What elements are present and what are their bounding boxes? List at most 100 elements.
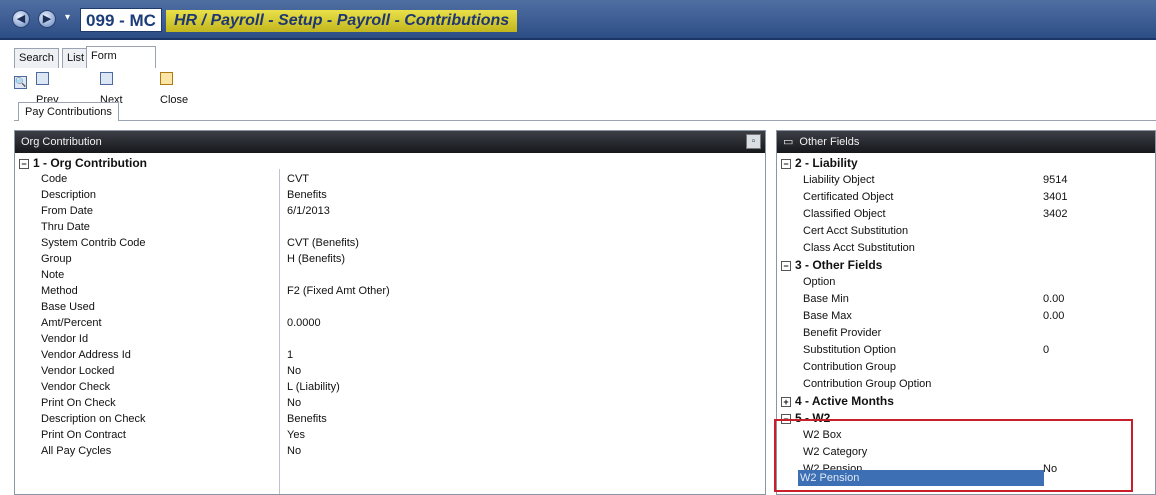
field-label: Print On Check <box>41 397 116 409</box>
org-contribution-panel: Org Contribution ▫ −1 - Org Contribution… <box>14 130 766 495</box>
field-value: No <box>287 397 302 409</box>
group-header[interactable]: +4 - Active Months <box>777 393 894 409</box>
field-label: Cert Acct Substitution <box>803 225 909 237</box>
field-value: 0.00 <box>1043 293 1065 305</box>
next-button[interactable]: Next <box>100 70 123 106</box>
field-label: Benefit Provider <box>803 327 882 339</box>
group-toggle-icon[interactable]: − <box>781 261 791 271</box>
field-row[interactable]: Cert Acct Substitution <box>777 223 1155 239</box>
field-row[interactable]: Amt/Percent 0.0000 <box>15 315 765 331</box>
next-icon <box>100 72 113 85</box>
field-value: 0.0000 <box>287 317 321 329</box>
group-label: 4 - Active Months <box>795 394 894 408</box>
field-label: Description <box>41 189 97 201</box>
group-toggle-icon[interactable]: − <box>781 159 791 169</box>
field-label: Print On Contract <box>41 429 126 441</box>
group-label: 1 - Org Contribution <box>33 156 147 170</box>
field-value: 6/1/2013 <box>287 205 330 217</box>
group-toggle-icon[interactable]: + <box>781 397 791 407</box>
field-label: Amt/Percent <box>41 317 102 329</box>
other-fields-title: Other Fields <box>799 136 860 148</box>
field-row[interactable]: Benefit Provider <box>777 325 1155 341</box>
field-label: Note <box>41 269 65 281</box>
collapse-group-icon[interactable]: − <box>19 159 29 169</box>
field-label: Base Min <box>803 293 849 305</box>
field-row[interactable]: Note <box>15 267 765 283</box>
close-label: Close <box>160 94 189 106</box>
field-label: Class Acct Substitution <box>803 242 915 254</box>
prev-button[interactable]: Prev <box>36 70 59 106</box>
field-row[interactable]: Method F2 (Fixed Amt Other) <box>15 283 765 299</box>
field-row[interactable]: Liability Object 9514 <box>777 172 1155 188</box>
tab-pay-contributions[interactable]: Pay Contributions <box>18 102 119 121</box>
field-label: Vendor Locked <box>41 365 115 377</box>
field-value: 9514 <box>1043 174 1068 186</box>
tab-search[interactable]: Search <box>14 48 59 68</box>
field-row[interactable]: Print On Check No <box>15 395 765 411</box>
group-header[interactable]: −2 - Liability <box>777 155 858 171</box>
org-contribution-title: Org Contribution <box>21 136 102 148</box>
field-label: Group <box>41 253 72 265</box>
field-row[interactable]: Substitution Option 0 <box>777 342 1155 358</box>
breadcrumb: HR / Payroll - Setup - Payroll - Contrib… <box>166 10 518 32</box>
panel-title: ▭ Other Fields <box>777 131 1155 153</box>
find-icon: 🔍 <box>14 76 27 89</box>
field-value: F2 (Fixed Amt Other) <box>287 285 390 297</box>
field-row[interactable]: All Pay Cycles No <box>15 443 765 459</box>
field-row[interactable]: Vendor Check L (Liability) <box>15 379 765 395</box>
group-header[interactable]: −3 - Other Fields <box>777 257 882 273</box>
field-row[interactable]: Description on Check Benefits <box>15 411 765 427</box>
tab-form[interactable]: Form <box>86 46 156 68</box>
field-row[interactable]: Vendor Id <box>15 331 765 347</box>
field-label: System Contrib Code <box>41 237 146 249</box>
field-row[interactable]: Code CVT <box>15 171 765 187</box>
field-row[interactable]: Certificated Object 3401 <box>777 189 1155 205</box>
field-row[interactable]: Option <box>777 274 1155 290</box>
field-row[interactable]: Classified Object 3402 <box>777 206 1155 222</box>
field-row[interactable]: System Contrib Code CVT (Benefits) <box>15 235 765 251</box>
back-icon[interactable]: ◀ <box>12 10 30 28</box>
field-row[interactable]: Thru Date <box>15 219 765 235</box>
field-value: No <box>287 365 302 377</box>
field-label: Classified Object <box>803 208 886 220</box>
field-row[interactable]: Contribution Group <box>777 359 1155 375</box>
panel-icon: ▭ <box>783 136 794 148</box>
field-label: Vendor Id <box>41 333 89 345</box>
field-row[interactable]: Class Acct Substitution <box>777 240 1155 256</box>
field-row[interactable]: Base Max 0.00 <box>777 308 1155 324</box>
history-dropdown-icon[interactable]: ▾ <box>65 12 77 26</box>
field-label: Code <box>41 173 68 185</box>
field-label: Vendor Check <box>41 381 111 393</box>
field-row[interactable]: Group H (Benefits) <box>15 251 765 267</box>
field-label: Vendor Address Id <box>41 349 131 361</box>
group-org-contribution[interactable]: −1 - Org Contribution <box>15 155 147 171</box>
field-row[interactable]: Print On Contract Yes <box>15 427 765 443</box>
field-label: Base Max <box>803 310 852 322</box>
field-value: 0.00 <box>1043 310 1065 322</box>
field-row[interactable]: From Date 6/1/2013 <box>15 203 765 219</box>
field-value: No <box>287 445 302 457</box>
module-code: 099 - MC <box>80 8 162 32</box>
group-label: 3 - Other Fields <box>795 258 883 272</box>
field-label: Substitution Option <box>803 344 896 356</box>
field-row[interactable]: Base Min 0.00 <box>777 291 1155 307</box>
field-row[interactable]: Contribution Group Option <box>777 376 1155 392</box>
subtab-rule <box>14 120 1156 121</box>
close-button[interactable]: Close <box>160 70 188 106</box>
field-label: All Pay Cycles <box>41 445 112 457</box>
collapse-icon[interactable]: ▫ <box>746 134 761 149</box>
field-label: Contribution Group Option <box>803 378 932 390</box>
find-button[interactable]: 🔍 <box>14 70 30 90</box>
field-label: Certificated Object <box>803 191 894 203</box>
field-row[interactable]: Vendor Address Id 1 <box>15 347 765 363</box>
field-value: 0 <box>1043 344 1050 356</box>
field-row[interactable]: Description Benefits <box>15 187 765 203</box>
field-value: CVT (Benefits) <box>287 237 359 249</box>
field-value: 3402 <box>1043 208 1068 220</box>
close-icon <box>160 72 173 85</box>
field-row[interactable]: Base Used <box>15 299 765 315</box>
field-value: Yes <box>287 429 305 441</box>
forward-icon[interactable]: ▶ <box>38 10 56 28</box>
field-value: L (Liability) <box>287 381 340 393</box>
field-row[interactable]: Vendor Locked No <box>15 363 765 379</box>
